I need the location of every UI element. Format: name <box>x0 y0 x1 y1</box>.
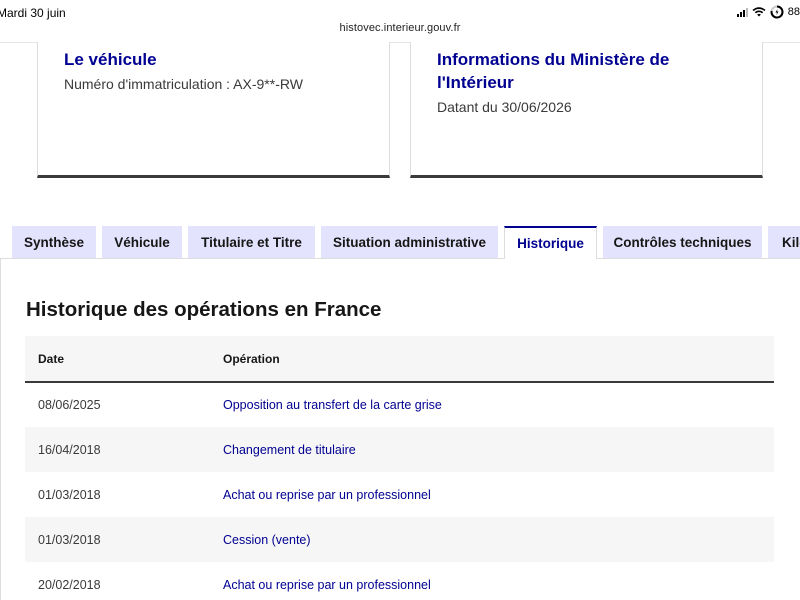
row-operation: Changement de titulaire <box>223 427 774 472</box>
table-row: 08/06/2025 Opposition au transfert de la… <box>25 382 774 427</box>
ministry-card: Informations du Ministère de l'Intérieur… <box>410 42 763 178</box>
row-operation: Achat ou reprise par un professionnel <box>223 487 431 502</box>
tab-kilometrage[interactable]: Kilo <box>768 226 800 258</box>
row-date: 16/04/2018 <box>25 427 223 472</box>
tab-list: Synthèse Véhicule Titulaire et Titre Sit… <box>0 226 800 259</box>
row-date: 01/03/2018 <box>38 487 101 502</box>
battery-percent: 88 <box>787 6 800 18</box>
table-header-row: Date Opération <box>25 336 774 383</box>
ministry-date: Datant du 30/06/2026 <box>437 99 572 115</box>
battery-icon <box>770 5 784 19</box>
status-icons: 88 <box>736 5 800 19</box>
row-operation: Achat ou reprise par un professionnel <box>223 577 431 592</box>
tab-titulaire-et-titre[interactable]: Titulaire et Titre <box>188 226 315 258</box>
table-row: 01/03/2018 Cession (vente) <box>25 517 774 562</box>
row-date: 01/03/2018 <box>25 517 223 562</box>
tab-controles-techniques[interactable]: Contrôles techniques <box>603 226 762 258</box>
vehicle-card-title: Le véhicule <box>64 50 157 69</box>
address-bar[interactable]: histovec.interieur.gouv.fr <box>0 22 800 34</box>
vehicle-card: Le véhicule Numéro d'immatriculation : A… <box>37 42 390 178</box>
tab-vehicule[interactable]: Véhicule <box>102 226 182 258</box>
row-operation: Cession (vente) <box>223 517 774 562</box>
tab-situation-administrative[interactable]: Situation administrative <box>321 226 498 258</box>
column-header-operation: Opération <box>223 336 774 383</box>
row-operation: Opposition au transfert de la carte gris… <box>223 398 442 412</box>
table-row: 20/02/2018 Achat ou reprise par un profe… <box>25 562 774 600</box>
vehicle-registration: Numéro d'immatriculation : AX-9**-RW <box>64 76 303 92</box>
history-title: Historique des opérations en France <box>26 298 382 321</box>
tab-historique[interactable]: Historique <box>504 226 597 259</box>
table-row: 16/04/2018 Changement de titulaire <box>25 427 774 472</box>
tab-synthese[interactable]: Synthèse <box>12 226 96 258</box>
ministry-card-title: Informations du Ministère de l'Intérieur <box>437 50 670 92</box>
table-row: 01/03/2018 Achat ou reprise par un profe… <box>25 472 774 517</box>
row-date: 08/06/2025 <box>38 398 101 412</box>
status-time: Mardi 30 juin <box>0 6 66 20</box>
status-bar: Mardi 30 juin 88 <box>0 0 800 22</box>
wifi-icon <box>752 7 766 17</box>
cellular-signal-icon <box>736 7 748 17</box>
row-date: 20/02/2018 <box>38 577 101 592</box>
panel-border <box>0 258 1 600</box>
history-table: Date Opération 08/06/2025 Opposition au … <box>25 336 774 600</box>
column-header-date: Date <box>25 336 223 383</box>
